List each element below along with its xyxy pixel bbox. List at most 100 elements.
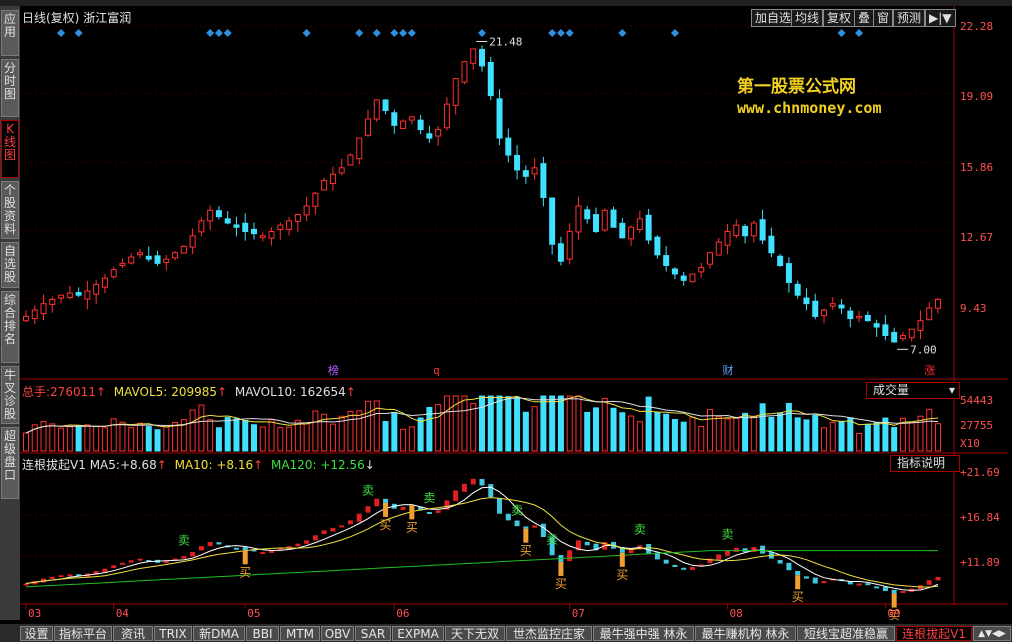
volume-bar — [575, 395, 582, 452]
event-label: 涨 — [924, 364, 935, 377]
play-menu-button[interactable]: ▶|▼ — [925, 9, 956, 27]
x-axis: 03 04 05 06 07 08 09 — [25, 604, 901, 620]
tab-tianxia-wushuang[interactable]: 天下无双 — [445, 626, 505, 641]
indicator-up-bar — [856, 583, 862, 586]
volume-bar — [514, 397, 521, 452]
volume-bar — [742, 412, 749, 452]
down-candle — [864, 314, 871, 322]
overlay-button[interactable]: 叠 — [854, 9, 875, 27]
indicator-tick: +21.69 — [960, 466, 1000, 479]
volume-bar — [242, 420, 249, 452]
volume-bar — [935, 423, 941, 452]
tab-shijie-monitor[interactable]: 世杰监控庄家 — [506, 626, 592, 641]
forecast-button[interactable]: 预测 — [893, 9, 926, 27]
indicator-up-bar — [725, 550, 731, 556]
sidebar-tab-intraday[interactable]: 分时图 — [1, 59, 19, 117]
sidebar-tab-watchlist[interactable]: 自选股 — [1, 242, 19, 288]
tab-expma[interactable]: EXPMA — [392, 626, 444, 641]
down-candle — [610, 209, 617, 228]
buy-signal-bar — [619, 552, 625, 567]
tab-scroll-arrows[interactable]: ▲▼◀▶ — [973, 626, 1011, 641]
moving-average-button[interactable]: 均线 — [791, 9, 824, 27]
tab-institution-linyong[interactable]: 最牛赚机构 林永 — [695, 626, 796, 641]
volume-type-dropdown[interactable]: 成交量 ▾ — [866, 382, 960, 399]
tab-short-term-treasure[interactable]: 短线宝超准稳赢 — [797, 626, 895, 641]
indicator-down-bar — [584, 541, 590, 546]
ind-ma120-value: +12.56 — [320, 458, 365, 472]
up-candle — [172, 252, 179, 259]
volume-bar — [356, 410, 363, 452]
indicator-help-button[interactable]: 指标说明 — [890, 455, 960, 472]
indicator-up-bar — [400, 507, 406, 510]
tab-sar[interactable]: SAR — [355, 626, 391, 641]
tab-trix[interactable]: TRIX — [154, 626, 192, 641]
adjust-price-button[interactable]: 复权 — [823, 9, 856, 27]
tab-bbi[interactable]: BBI — [246, 626, 279, 641]
volume-bar — [110, 418, 117, 452]
down-candle — [251, 228, 257, 235]
tab-new-dma[interactable]: 新DMA — [193, 626, 245, 641]
volume-bar — [58, 427, 65, 452]
indicator-tick: +16.84 — [960, 511, 1000, 524]
up-candle — [23, 315, 29, 322]
left-sidebar: 应用 分时图 K线图 个股资料 自选股 综合排名 牛叉诊股 超级盘口 — [0, 6, 20, 620]
sidebar-tab-ranking[interactable]: 综合排名 — [1, 291, 19, 363]
tab-strongest-linyong[interactable]: 最牛强中强 林永 — [593, 626, 694, 641]
tab-obv[interactable]: OBV — [321, 626, 354, 641]
event-diamond-icon — [206, 29, 215, 37]
volume-bar — [93, 426, 100, 452]
tab-mtm[interactable]: MTM — [280, 626, 320, 641]
volume-bar — [312, 410, 319, 452]
down-candle — [847, 310, 854, 320]
buy-signal-label: 买 — [239, 565, 251, 579]
sidebar-tab-apps[interactable]: 应用 — [1, 10, 19, 56]
indicator-up-bar — [374, 498, 380, 507]
indicator-up-bar — [356, 513, 362, 522]
volume-bar — [189, 409, 196, 452]
high-price-label: 21.48 — [489, 35, 522, 48]
volume-bar — [496, 395, 503, 452]
indicator-up-bar — [198, 546, 204, 551]
indicator-up-bar — [58, 575, 64, 578]
chart-area[interactable]: 21.48 7.00 榜 q 财涨 卖卖卖卖卖卖卖买买买买买买买买 03 04 05 06 07… — [20, 6, 1008, 620]
volume-legend: 总手:276011↑ MAVOL5: 209985↑ MAVOL10: 1626… — [22, 385, 356, 399]
sidebar-tab-diagnosis[interactable]: 牛叉诊股 — [1, 366, 19, 424]
up-candle — [373, 99, 380, 120]
tab-settings[interactable]: 设置 — [20, 626, 53, 641]
down-candle — [785, 263, 792, 283]
indicator-up-bar — [347, 520, 353, 525]
indicator-up-bar — [689, 566, 695, 570]
down-candle — [654, 236, 661, 256]
up-candle — [303, 205, 310, 216]
down-candle — [382, 99, 389, 111]
up-candle — [101, 277, 108, 288]
volume-bar — [277, 427, 284, 452]
down-candle — [593, 214, 599, 233]
volume-bar — [286, 426, 293, 452]
up-candle — [128, 256, 135, 264]
down-candle — [154, 255, 161, 264]
volume-panel[interactable] — [23, 395, 941, 452]
indicator-up-bar — [821, 581, 827, 584]
price-tick: 19.09 — [960, 90, 994, 103]
tab-lianggen-baqi[interactable]: 连根拔起V1 — [896, 626, 972, 641]
add-watchlist-button[interactable]: 加自选 — [751, 9, 796, 27]
indicator-down-bar — [672, 564, 678, 567]
volume-bar — [715, 416, 722, 452]
tab-indicator-platform[interactable]: 指标平台 — [54, 626, 112, 641]
indicator-up-bar — [716, 554, 722, 560]
indicator-down-bar — [786, 562, 792, 571]
tab-news[interactable]: 资讯 — [113, 626, 153, 641]
indicator-tick: +11.89 — [960, 556, 1000, 569]
event-diamond-icon — [565, 29, 574, 37]
sidebar-tab-kline[interactable]: K线图 — [1, 120, 19, 178]
indicator-up-bar — [567, 550, 573, 562]
volume-bar — [329, 423, 336, 452]
indicator-panel[interactable]: 卖卖卖卖卖卖 卖买买 买买买买买买 — [20, 474, 954, 620]
up-candle — [408, 116, 415, 121]
sidebar-tab-order-book[interactable]: 超级盘口 — [1, 427, 19, 499]
window-button[interactable]: 窗 — [873, 9, 894, 27]
volume-bar — [66, 426, 73, 452]
sidebar-tab-stock-info[interactable]: 个股资料 — [1, 181, 19, 239]
up-candle — [119, 262, 126, 267]
